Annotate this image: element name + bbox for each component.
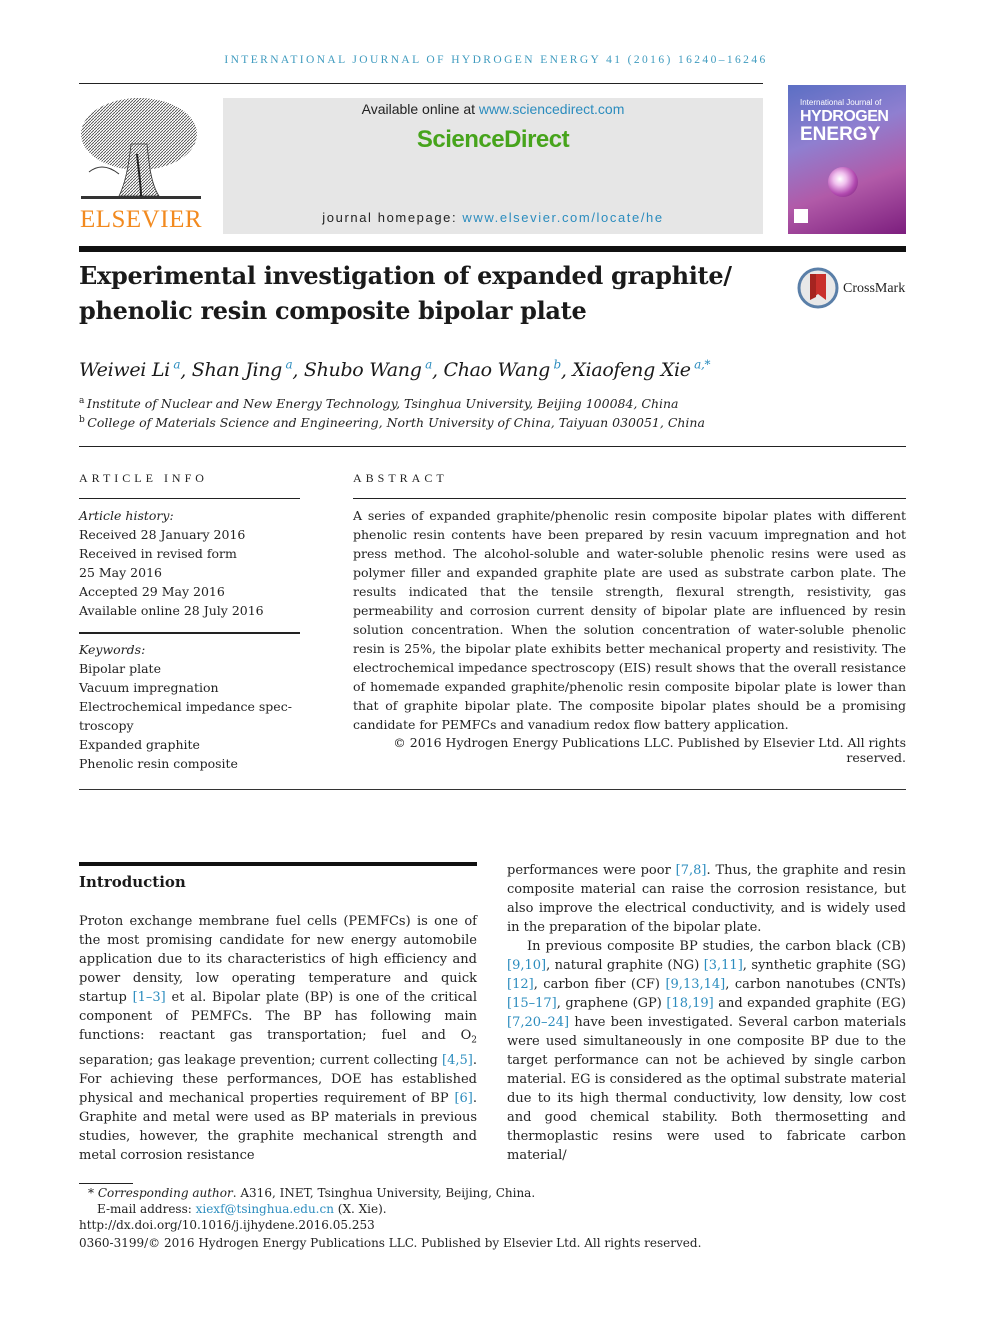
journal-homepage-line: journal homepage: www.elsevier.com/locat… [223,210,763,225]
article-history: Article history: Received 28 January 201… [79,506,300,620]
introduction-right-column: performances were poor [7,8]. Thus, the … [507,861,906,1165]
corresponding-author-note: * Corresponding author. A316, INET, Tsin… [88,1186,536,1200]
affiliation-a: a Institute of Nuclear and New Energy Te… [79,396,679,412]
available-online-line: Available online at www.sciencedirect.co… [223,101,763,117]
journal-cover-image[interactable]: International Journal of HYDROGEN ENERGY [788,85,906,234]
cover-title-hydrogen: HYDROGEN [800,108,889,125]
paragraph: performances were poor [7,8]. Thus, the … [507,863,906,935]
crossmark-label: CrossMark [843,281,906,296]
affiliation-marker: a [425,358,432,372]
doi-link[interactable]: http://dx.doi.org/10.1016/j.ijhydene.201… [79,1218,375,1232]
sciencedirect-logo[interactable]: ScienceDirect [223,126,763,154]
elsevier-logo[interactable]: ELSEVIER [79,94,203,234]
author[interactable]: Weiwei Li a [79,358,181,381]
divider [79,789,906,790]
available-online-label: Available online at [361,101,479,117]
masthead-rule [79,246,906,252]
email-link[interactable]: xiexf@tsinghua.edu.cn [196,1202,334,1216]
sciencedirect-link[interactable]: www.sciencedirect.com [479,101,625,117]
section-rule [79,862,477,866]
citation-link[interactable]: [4,5] [442,1053,473,1068]
affiliation-marker: a,* [694,358,711,372]
cover-orb-graphic [828,167,858,197]
author[interactable]: Xiaofeng Xie a,* [572,358,711,381]
citation-link[interactable]: [12] [507,977,534,992]
history-item: Received 28 January 2016 [79,527,246,542]
citation-link[interactable]: [3,11] [704,958,743,973]
divider [79,632,300,634]
author[interactable]: Chao Wang b [443,358,561,381]
cover-badge-icon [794,209,808,223]
article-title: Experimental investigation of expanded g… [79,258,759,328]
keyword-item: Electrochemical impedance spec- [79,699,292,714]
keywords-label: Keywords: [79,642,146,657]
history-item: Accepted 29 May 2016 [79,584,225,599]
abstract-copyright: © 2016 Hydrogen Energy Publications LLC.… [393,735,906,765]
running-head: INTERNATIONAL JOURNAL OF HYDROGEN ENERGY… [224,54,768,66]
article-info-heading: ARTICLE INFO [79,471,208,485]
author[interactable]: Shan Jing a [192,358,293,381]
citation-link[interactable]: [9,13,14] [665,977,725,992]
cover-subtitle: International Journal of [800,98,882,107]
elsevier-wordmark: ELSEVIER [79,206,203,233]
email-note: E-mail address: xiexf@tsinghua.edu.cn (X… [97,1202,387,1216]
paragraph: In previous composite BP studies, the ca… [507,939,907,1163]
affiliation-marker: b [553,358,561,372]
keyword-item: Phenolic resin composite [79,756,238,771]
citation-link[interactable]: [15–17] [507,996,557,1011]
history-label: Article history: [79,508,174,523]
subscript: 2 [471,1035,477,1046]
abstract-body: A series of expanded graphite/phenolic r… [353,508,906,732]
keywords: Keywords: Bipolar plate Vacuum impregnat… [79,640,300,773]
history-item: Available online 28 July 2016 [79,603,264,618]
sciencedirect-banner: Available online at www.sciencedirect.co… [223,98,763,234]
keyword-item: Vacuum impregnation [79,680,219,695]
affiliation-b: b College of Materials Science and Engin… [79,415,705,431]
citation-link[interactable]: [18,19] [666,996,713,1011]
crossmark-button[interactable]: CrossMark [797,267,909,311]
keyword-item: Expanded graphite [79,737,200,752]
history-item: 25 May 2016 [79,565,162,580]
header-rule [79,83,763,84]
author[interactable]: Shubo Wang a [304,358,432,381]
title-line-2: phenolic resin composite bipolar plate [79,296,587,325]
divider [79,446,906,447]
issn-copyright: 0360-3199/© 2016 Hydrogen Energy Publica… [79,1236,702,1250]
author-list: Weiwei Li a, Shan Jing a, Shubo Wang a, … [79,358,711,382]
homepage-label: journal homepage: [322,210,463,225]
history-item: Received in revised form [79,546,237,561]
keyword-item: Bipolar plate [79,661,161,676]
paragraph: Proton exchange membrane fuel cells (PEM… [79,914,477,1163]
crossmark-icon [797,267,839,309]
citation-link[interactable]: [9,10] [507,958,546,973]
divider [353,498,906,499]
journal-homepage-link[interactable]: www.elsevier.com/locate/he [462,210,663,225]
footnote-rule [79,1183,133,1184]
citation-link[interactable]: [1–3] [133,990,166,1005]
keyword-item: troscopy [79,718,134,733]
introduction-left-column: Proton exchange membrane fuel cells (PEM… [79,912,477,1165]
citation-link[interactable]: [7,20–24] [507,1015,569,1030]
citation-link[interactable]: [7,8] [676,863,707,878]
title-line-1: Experimental investigation of expanded g… [79,261,732,290]
divider [79,498,300,499]
cover-title-energy: ENERGY [800,124,881,145]
abstract-heading: ABSTRACT [353,471,448,485]
citation-link[interactable]: [6] [454,1091,472,1106]
introduction-heading: Introduction [79,873,186,891]
elsevier-tree-icon [81,98,201,199]
